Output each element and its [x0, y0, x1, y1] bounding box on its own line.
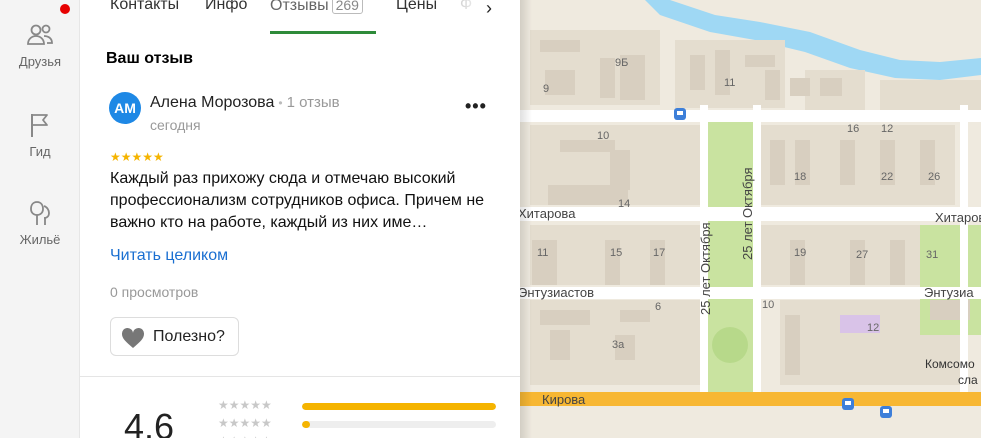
- main-road: [520, 392, 981, 406]
- street-label: Хитарова: [935, 210, 981, 225]
- sidebar-label-guide: Гид: [29, 144, 51, 159]
- house-number: 12: [867, 322, 879, 334]
- sidebar-label-friends: Друзья: [18, 54, 62, 69]
- house-number: 15: [610, 247, 622, 259]
- section-title: Ваш отзыв: [106, 50, 193, 67]
- author-review-count: 1 отзыв: [286, 94, 340, 111]
- review-text: Каждый раз прихожу сюда и отмечаю высоки…: [110, 170, 485, 231]
- map[interactable]: Хитарова Хитарова Энтузиастов Энтузиа Ки…: [520, 0, 981, 438]
- tab-prices[interactable]: Цены: [396, 0, 437, 14]
- map-canvas[interactable]: Хитарова Хитарова Энтузиастов Энтузиа Ки…: [520, 0, 981, 438]
- house-number: 16: [847, 123, 859, 135]
- house-number: 22: [881, 171, 893, 183]
- park-circle: [712, 327, 748, 363]
- rating-bar-fill: [302, 403, 496, 410]
- house-number: 17: [653, 247, 665, 259]
- useful-button[interactable]: Полезно?: [110, 317, 239, 356]
- house-number: 9: [543, 83, 549, 95]
- tab-reviews-label: Отзывы: [270, 0, 329, 14]
- row-stars: ★★★★★: [218, 398, 272, 412]
- tabs-fade: [456, 0, 486, 20]
- map-edge-shadow: [520, 0, 532, 438]
- house-number: 3а: [612, 339, 625, 351]
- house-number: 9Б: [615, 57, 628, 69]
- flag-icon: [31, 114, 48, 137]
- house-number: 10: [597, 130, 609, 142]
- tab-info[interactable]: Инфо: [205, 0, 247, 14]
- street-label: 25 лет Октября: [698, 222, 713, 315]
- bus-stop-icon[interactable]: [880, 406, 892, 418]
- sidebar-item-guide[interactable]: Гид: [0, 110, 80, 159]
- house-number: 11: [724, 77, 735, 89]
- sidebar-label-housing: Жильё: [19, 232, 61, 247]
- rating-bar: [302, 421, 496, 428]
- review-author: Алена Морозова • 1 отзыв: [150, 94, 340, 112]
- trees-icon: [30, 201, 50, 225]
- separator-dot: •: [278, 96, 283, 110]
- useful-button-label: Полезно?: [153, 328, 225, 345]
- tabs-bar: Контакты Инфо Отзывы269 Цены Ф ›: [80, 0, 520, 36]
- bus-stop-icon[interactable]: [674, 108, 686, 120]
- rating-bar-fill: [302, 421, 310, 428]
- friends-icon: [27, 24, 53, 45]
- house-number: 27: [856, 249, 868, 261]
- rating-distribution-row: ★★★★★: [218, 416, 498, 430]
- poi-label[interactable]: Комсомо: [925, 357, 975, 371]
- review-stars: ★★★★★: [110, 150, 164, 164]
- street-label: Энтузиа: [924, 285, 974, 300]
- row-stars: ★★★★★: [218, 434, 272, 438]
- avatar[interactable]: АМ: [109, 92, 141, 124]
- house-number: 31: [926, 249, 938, 261]
- street-label: Кирова: [542, 392, 586, 407]
- house-number: 6: [655, 301, 661, 313]
- house-number: 18: [794, 171, 806, 183]
- read-more-link[interactable]: Читать целиком: [110, 247, 228, 265]
- rating-bar: [302, 403, 496, 410]
- street-label: 25 лет Октября: [740, 167, 755, 260]
- left-rail: Друзья Гид Жильё: [0, 0, 80, 438]
- house-number: 26: [928, 171, 940, 183]
- poi-label-line2: сла: [958, 373, 978, 387]
- bus-stop-icon[interactable]: [842, 398, 854, 410]
- house-number: 11: [537, 247, 548, 259]
- heart-icon: [121, 327, 145, 348]
- section-divider: [80, 376, 520, 377]
- rating-distribution-row: ★★★★★: [218, 398, 498, 412]
- tab-contacts[interactable]: Контакты: [110, 0, 179, 14]
- tab-reviews[interactable]: Отзывы 269: [270, 0, 363, 15]
- views-count: 0 просмотров: [110, 284, 199, 300]
- reviews-count-badge: 269: [331, 0, 363, 14]
- active-tab-indicator: [270, 31, 376, 34]
- rating-value: 4.6: [124, 406, 175, 438]
- more-options-button[interactable]: •••: [465, 96, 487, 117]
- house-number: 10: [762, 299, 774, 311]
- notification-dot: [60, 4, 70, 14]
- sidebar-item-housing[interactable]: Жильё: [0, 198, 80, 247]
- row-stars: ★★★★★: [218, 416, 272, 430]
- house-number: 14: [618, 198, 630, 210]
- place-card-panel: Контакты Инфо Отзывы269 Цены Ф › Ваш отз…: [80, 0, 520, 438]
- house-number: 12: [881, 123, 893, 135]
- house-number: 19: [794, 247, 806, 259]
- tabs-scroll-right-button[interactable]: ›: [486, 0, 492, 19]
- sidebar-item-friends[interactable]: Друзья: [0, 20, 80, 69]
- author-name[interactable]: Алена Морозова: [150, 94, 274, 111]
- review-date: сегодня: [150, 117, 201, 133]
